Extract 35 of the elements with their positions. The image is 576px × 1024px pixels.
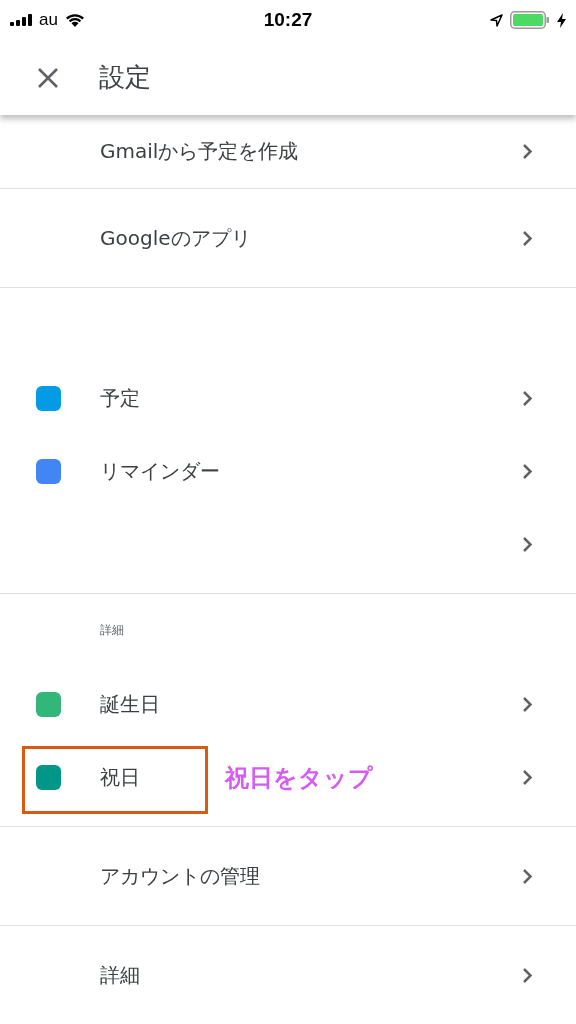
row-label: Googleのアプリ	[100, 224, 251, 252]
chevron-right-icon	[522, 696, 533, 713]
section-heading: 詳細	[100, 622, 124, 639]
row-label: Gmailから予定を作成	[100, 138, 299, 165]
row-label: 祝日	[100, 764, 140, 791]
annotation-text: 祝日をタップ	[225, 762, 373, 794]
chevron-right-icon	[522, 867, 533, 885]
chevron-right-icon	[522, 390, 533, 407]
settings-row[interactable]: Googleのアプリ	[0, 189, 576, 287]
chevron-right-icon	[522, 229, 533, 247]
charging-bolt-icon	[557, 12, 566, 28]
chevron-right-icon	[522, 463, 533, 480]
settings-row[interactable]: リマインダー	[0, 435, 576, 508]
row-label: リマインダー	[100, 458, 220, 485]
settings-row[interactable]: Gmailから予定を作成	[0, 115, 576, 188]
chevron-right-icon	[522, 143, 533, 160]
carrier-name: au	[39, 10, 58, 30]
clock-time: 10:27	[263, 9, 313, 31]
settings-row[interactable]: 誕生日	[0, 668, 576, 741]
row-label: アカウントの管理	[100, 862, 260, 890]
signal-icon	[10, 14, 32, 26]
battery-icon	[510, 11, 550, 29]
wifi-icon	[64, 13, 85, 27]
row-label: 予定	[100, 385, 140, 412]
chevron-right-icon	[522, 769, 533, 786]
location-arrow-icon	[490, 13, 503, 27]
row-label: 誕生日	[100, 691, 160, 718]
settings-row[interactable]: 詳細	[0, 926, 576, 1024]
chevron-right-icon	[522, 966, 533, 984]
row-label: 詳細	[100, 961, 140, 989]
settings-row[interactable]: アカウントの管理	[0, 827, 576, 925]
chevron-right-icon	[522, 536, 533, 553]
settings-row[interactable]: 祝日 祝日をタップ	[0, 741, 576, 814]
settings-row[interactable]: 予定	[0, 362, 576, 435]
screen-title: 設定	[99, 61, 151, 94]
